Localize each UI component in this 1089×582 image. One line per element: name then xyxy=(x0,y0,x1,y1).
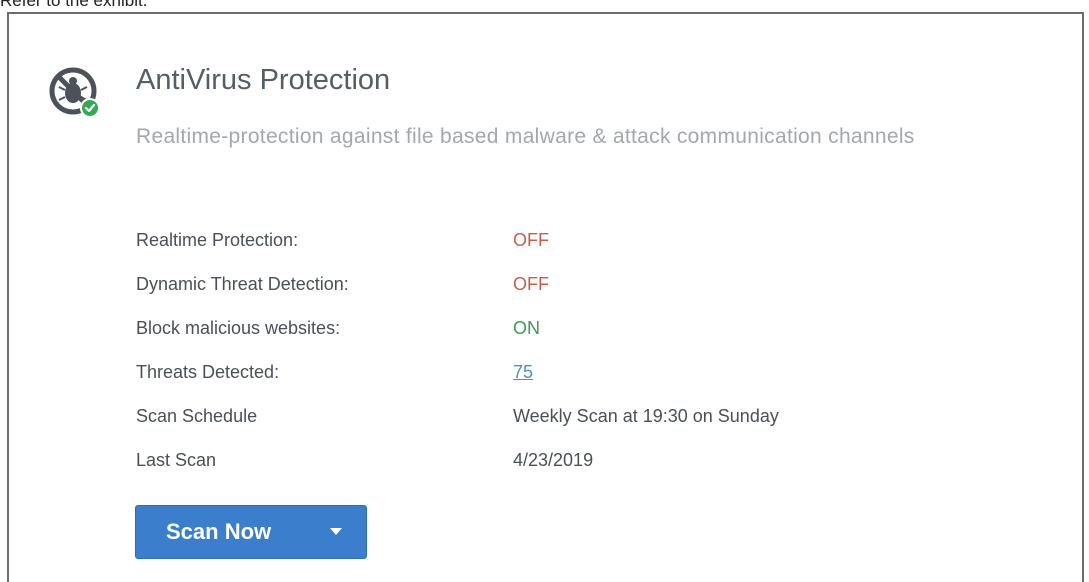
status-label: Block malicious websites: xyxy=(136,318,341,338)
scan-now-button[interactable]: Scan Now xyxy=(135,505,367,559)
status-row-dynamic-threat-detection: Dynamic Threat Detection: OFF xyxy=(136,274,936,318)
antivirus-bug-icon xyxy=(46,64,106,124)
chevron-down-icon[interactable] xyxy=(330,528,342,535)
status-label: Dynamic Threat Detection: xyxy=(136,274,349,294)
status-list: Realtime Protection: OFF Dynamic Threat … xyxy=(136,230,936,494)
status-row-last-scan: Last Scan 4/23/2019 xyxy=(136,450,936,494)
status-label: Last Scan xyxy=(136,450,217,470)
status-value: 4/23/2019 xyxy=(513,450,594,470)
scan-now-label: Scan Now xyxy=(166,519,272,544)
bug-shield-icon xyxy=(49,67,100,118)
status-label: Realtime Protection: xyxy=(136,230,299,250)
threats-detected-link[interactable]: 75 xyxy=(513,362,533,383)
check-badge-icon xyxy=(82,100,98,116)
exhibit-caption: Refer to the exhibit. xyxy=(0,0,148,10)
status-value: OFF xyxy=(513,274,549,294)
status-label: Threats Detected: xyxy=(136,362,280,382)
status-value: Weekly Scan at 19:30 on Sunday xyxy=(513,406,779,426)
status-row-scan-schedule: Scan Schedule Weekly Scan at 19:30 on Su… xyxy=(136,406,936,450)
status-row-realtime-protection: Realtime Protection: OFF xyxy=(136,230,936,274)
card-subtitle: Realtime-protection against file based m… xyxy=(136,125,915,148)
status-row-threats-detected: Threats Detected: 75 xyxy=(136,362,936,406)
status-row-block-malicious-websites: Block malicious websites: ON xyxy=(136,318,936,362)
status-value: ON xyxy=(513,318,540,338)
card-title: AntiVirus Protection xyxy=(136,64,391,96)
status-value: OFF xyxy=(513,230,549,250)
status-label: Scan Schedule xyxy=(136,406,258,426)
